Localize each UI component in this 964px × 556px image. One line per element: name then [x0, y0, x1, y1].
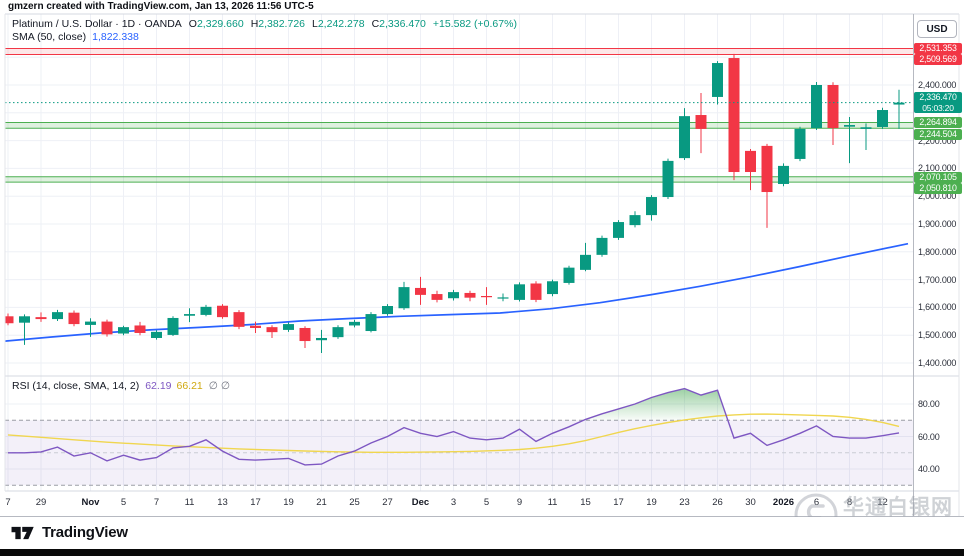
time-axis-label: 30: [745, 497, 756, 508]
time-axis-label: Dec: [412, 497, 429, 508]
time-axis-label: 5: [484, 497, 489, 508]
high-value: 2,382.726: [258, 18, 305, 30]
close-value: 2,336.470: [379, 18, 426, 30]
sma-label: SMA (50, close): [12, 31, 86, 43]
time-axis-label: 13: [217, 497, 228, 508]
time-axis-label: 6: [814, 497, 819, 508]
time-axis-label: 27: [382, 497, 393, 508]
change-value: +15.582 (+0.67%): [433, 18, 517, 30]
rsi-label: RSI (14, close, SMA, 14, 2): [12, 380, 139, 392]
time-axis-label: 29: [36, 497, 47, 508]
low-value: 2,242.278: [318, 18, 365, 30]
time-axis-label: 8: [847, 497, 852, 508]
time-axis-label: 19: [646, 497, 657, 508]
time-axis-label: 23: [679, 497, 690, 508]
attribution-text: gmzern created with TradingView.com, Jan…: [8, 1, 314, 12]
rsi-axis-label: 60.00: [918, 432, 940, 442]
open-value: 2,329.660: [197, 18, 244, 30]
rsi-empty-values: ∅ ∅: [209, 380, 230, 392]
rsi-axis-label: 40.00: [918, 464, 940, 474]
rsi-ma-value: 66.21: [177, 380, 203, 392]
time-axis-label: 15: [580, 497, 591, 508]
rsi-value: 62.19: [145, 380, 171, 392]
rsi-axis[interactable]: 80.00 60.00 40.00: [913, 0, 964, 556]
symbol-title: Platinum / U.S. Dollar · 1D · OANDA: [12, 18, 182, 30]
tradingview-chart-screenshot: gmzern created with TradingView.com, Jan…: [0, 0, 964, 556]
open-label: O: [189, 18, 197, 30]
time-axis-label: 11: [548, 497, 558, 508]
time-axis-label: 12: [877, 497, 888, 508]
chart-canvas[interactable]: [0, 0, 964, 556]
time-axis-label: 26: [712, 497, 723, 508]
time-axis-label: 7: [5, 497, 10, 508]
footer-bar: TradingView: [0, 517, 964, 548]
bottom-black-strip: [0, 549, 964, 556]
sma-legend[interactable]: SMA (50, close) 1,822.338: [12, 31, 139, 43]
time-axis-label: 25: [349, 497, 360, 508]
time-axis-label: 19: [283, 497, 294, 508]
time-axis-label: 2026: [773, 497, 794, 508]
rsi-legend[interactable]: RSI (14, close, SMA, 14, 2) 62.19 66.21 ∅ ∅: [12, 380, 230, 392]
time-axis-label: 9: [517, 497, 522, 508]
rsi-axis-label: 80.00: [918, 399, 940, 409]
symbol-legend[interactable]: Platinum / U.S. Dollar · 1D · OANDA O2,32…: [12, 18, 517, 30]
time-axis[interactable]: 7 29 Nov 5 7 11 13 17 19 21 25 27 Dec 3 5 9 11 15 17 19 23 26…: [0, 491, 913, 516]
time-axis-label: 11: [185, 497, 195, 508]
tradingview-brand-link[interactable]: TradingView: [42, 524, 128, 541]
tradingview-logo-icon: [10, 523, 36, 543]
time-axis-label: 21: [316, 497, 327, 508]
time-axis-label: Nov: [82, 497, 100, 508]
time-axis-label: 17: [613, 497, 624, 508]
time-axis-label: 17: [250, 497, 261, 508]
time-axis-label: 3: [451, 497, 456, 508]
time-axis-label: 5: [121, 497, 126, 508]
time-axis-label: 7: [154, 497, 159, 508]
sma-value: 1,822.338: [92, 31, 139, 43]
